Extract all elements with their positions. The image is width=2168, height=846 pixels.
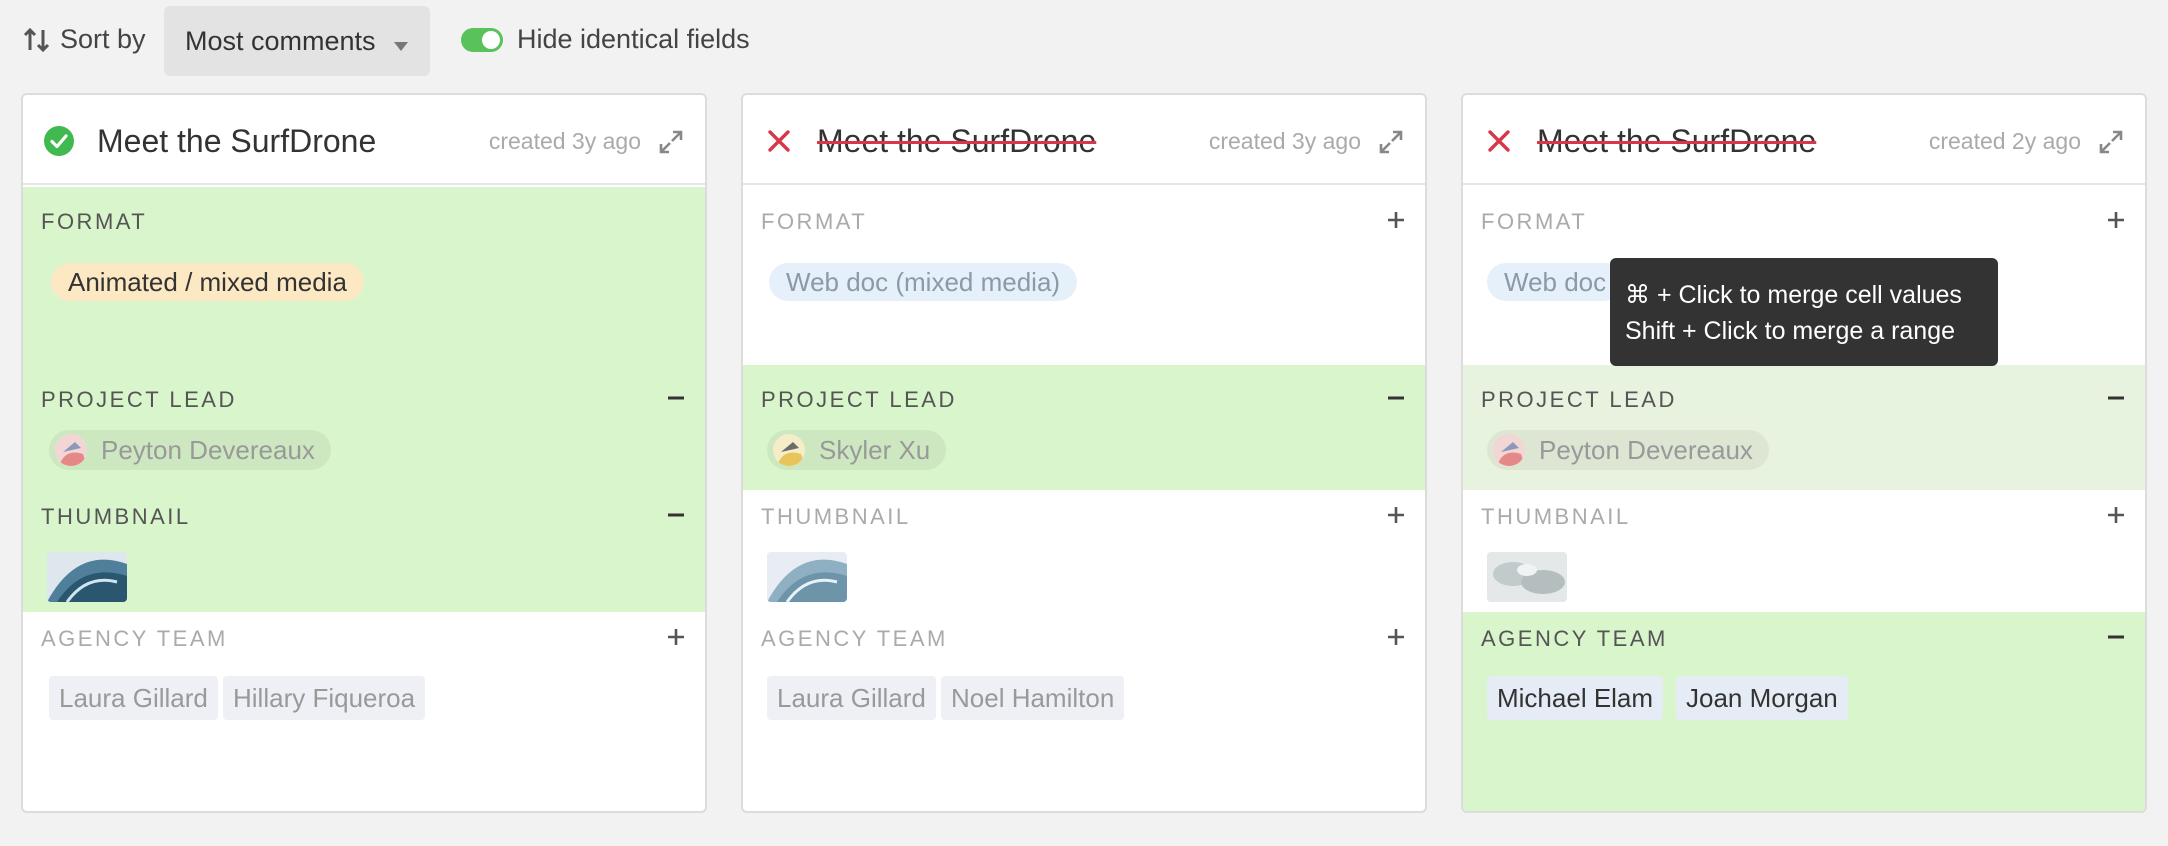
format-field[interactable]: FORMAT Animated / mixed media — [23, 187, 705, 365]
minus-icon[interactable] — [1385, 387, 1407, 409]
field-label: THUMBNAIL — [1481, 504, 1631, 529]
field-label: FORMAT — [761, 209, 868, 234]
card-title: Meet the SurfDrone — [817, 123, 1097, 159]
expand-icon[interactable] — [1377, 128, 1405, 156]
project-lead-field[interactable]: PROJECT LEAD Skyler Xu — [743, 365, 1425, 490]
team-member-tag: Joan Morgan — [1676, 676, 1848, 720]
wave-thumbnail-image[interactable] — [767, 552, 847, 602]
minus-icon[interactable] — [2105, 387, 2127, 409]
plus-icon[interactable] — [1385, 209, 1407, 231]
project-lead-field[interactable]: PROJECT LEAD Peyton Devereaux — [23, 365, 705, 490]
team-member-tag: Laura Gillard — [767, 676, 936, 720]
agency-team-field[interactable]: AGENCY TEAM Laura Gillard Noel Hamilton — [743, 612, 1425, 811]
close-x-icon[interactable] — [1483, 125, 1515, 157]
thumbnail-field[interactable]: THUMBNAIL — [23, 490, 705, 612]
minus-icon[interactable] — [2105, 626, 2127, 648]
plus-icon[interactable] — [1385, 626, 1407, 648]
sort-icon[interactable] — [22, 26, 52, 56]
format-value: Animated / mixed media — [51, 263, 364, 301]
card-header: Meet the SurfDrone created 2y ago — [1463, 95, 2145, 185]
field-label: FORMAT — [1481, 209, 1588, 234]
person-name: Skyler Xu — [819, 435, 931, 465]
format-field[interactable]: FORMAT Web doc (mixed media) — [743, 187, 1425, 365]
thumbnail-field[interactable]: THUMBNAIL — [743, 490, 1425, 612]
tooltip-line-2: Shift + Click to merge a range — [1625, 317, 1956, 345]
tooltip-line-1: ⌘ + Click to merge cell values — [1625, 281, 1962, 309]
field-label: AGENCY TEAM — [761, 626, 948, 651]
avatar — [1493, 434, 1525, 466]
merge-tooltip: ⌘ + Click to merge cell values Shift + C… — [1610, 258, 1998, 366]
plus-icon[interactable] — [1385, 504, 1407, 526]
person-chip: Peyton Devereaux — [49, 430, 331, 470]
plus-icon[interactable] — [665, 626, 687, 648]
card-title: Meet the SurfDrone — [97, 123, 377, 159]
team-member-tag: Noel Hamilton — [941, 676, 1125, 720]
agency-team-field[interactable]: AGENCY TEAM Laura Gillard Hillary Fiquer… — [23, 612, 705, 811]
minus-icon[interactable] — [665, 387, 687, 409]
toolbar: Sort by Most comments Hide identical fie… — [0, 0, 2168, 82]
expand-icon[interactable] — [2097, 128, 2125, 156]
toggle-knob — [482, 31, 500, 49]
hide-identical-toggle[interactable] — [461, 28, 503, 52]
avatar — [773, 434, 805, 466]
card-created: created 3y ago — [1208, 128, 1361, 154]
chevron-down-icon — [394, 42, 408, 51]
hide-identical-label[interactable]: Hide identical fields — [517, 24, 750, 55]
person-name: Peyton Devereaux — [1539, 435, 1753, 465]
plus-icon[interactable] — [2105, 209, 2127, 231]
field-label: PROJECT LEAD — [1481, 387, 1677, 412]
avatar — [55, 434, 87, 466]
format-value: Web doc (mixed media) — [769, 263, 1078, 301]
splash-thumbnail-image[interactable] — [1487, 552, 1567, 602]
expand-icon[interactable] — [657, 128, 685, 156]
card-created: created 3y ago — [488, 128, 641, 154]
card-header: Meet the SurfDrone created 3y ago — [23, 95, 705, 185]
field-label: PROJECT LEAD — [761, 387, 957, 412]
sort-by-label: Sort by — [60, 24, 146, 54]
format-value: Web doc — [1487, 263, 1624, 301]
minus-icon[interactable] — [665, 504, 687, 526]
field-label: PROJECT LEAD — [41, 387, 237, 412]
card-created: created 2y ago — [1928, 128, 2081, 154]
person-chip: Skyler Xu — [767, 430, 947, 470]
record-card-2: Meet the SurfDrone created 3y ago FORMAT… — [741, 93, 1427, 813]
check-circle-icon[interactable] — [43, 125, 75, 157]
person-chip: Peyton Devereaux — [1487, 430, 1769, 470]
field-label: AGENCY TEAM — [41, 626, 228, 651]
team-member-tag: Hillary Fiqueroa — [223, 676, 426, 720]
field-label: THUMBNAIL — [41, 504, 191, 529]
plus-icon[interactable] — [2105, 504, 2127, 526]
thumbnail-field[interactable]: THUMBNAIL — [1463, 490, 2145, 612]
agency-team-field[interactable]: AGENCY TEAM Michael Elam Joan Morgan — [1463, 612, 2145, 811]
field-label: AGENCY TEAM — [1481, 626, 1668, 651]
team-member-tag: Laura Gillard — [49, 676, 218, 720]
sort-dropdown[interactable]: Most comments — [164, 6, 430, 76]
team-member-tag: Michael Elam — [1487, 676, 1664, 720]
wave-thumbnail-image[interactable] — [47, 552, 127, 602]
sort-dropdown-value: Most comments — [185, 26, 376, 56]
card-title: Meet the SurfDrone — [1537, 123, 1817, 159]
card-header: Meet the SurfDrone created 3y ago — [743, 95, 1425, 185]
record-card-1: Meet the SurfDrone created 3y ago FORMAT… — [21, 93, 707, 813]
project-lead-field[interactable]: PROJECT LEAD Peyton Devereaux — [1463, 365, 2145, 490]
person-name: Peyton Devereaux — [101, 435, 315, 465]
field-label: THUMBNAIL — [761, 504, 911, 529]
field-label: FORMAT — [41, 209, 148, 234]
record-card-3: Meet the SurfDrone created 2y ago FORMAT… — [1461, 93, 2147, 813]
close-x-icon[interactable] — [763, 125, 795, 157]
